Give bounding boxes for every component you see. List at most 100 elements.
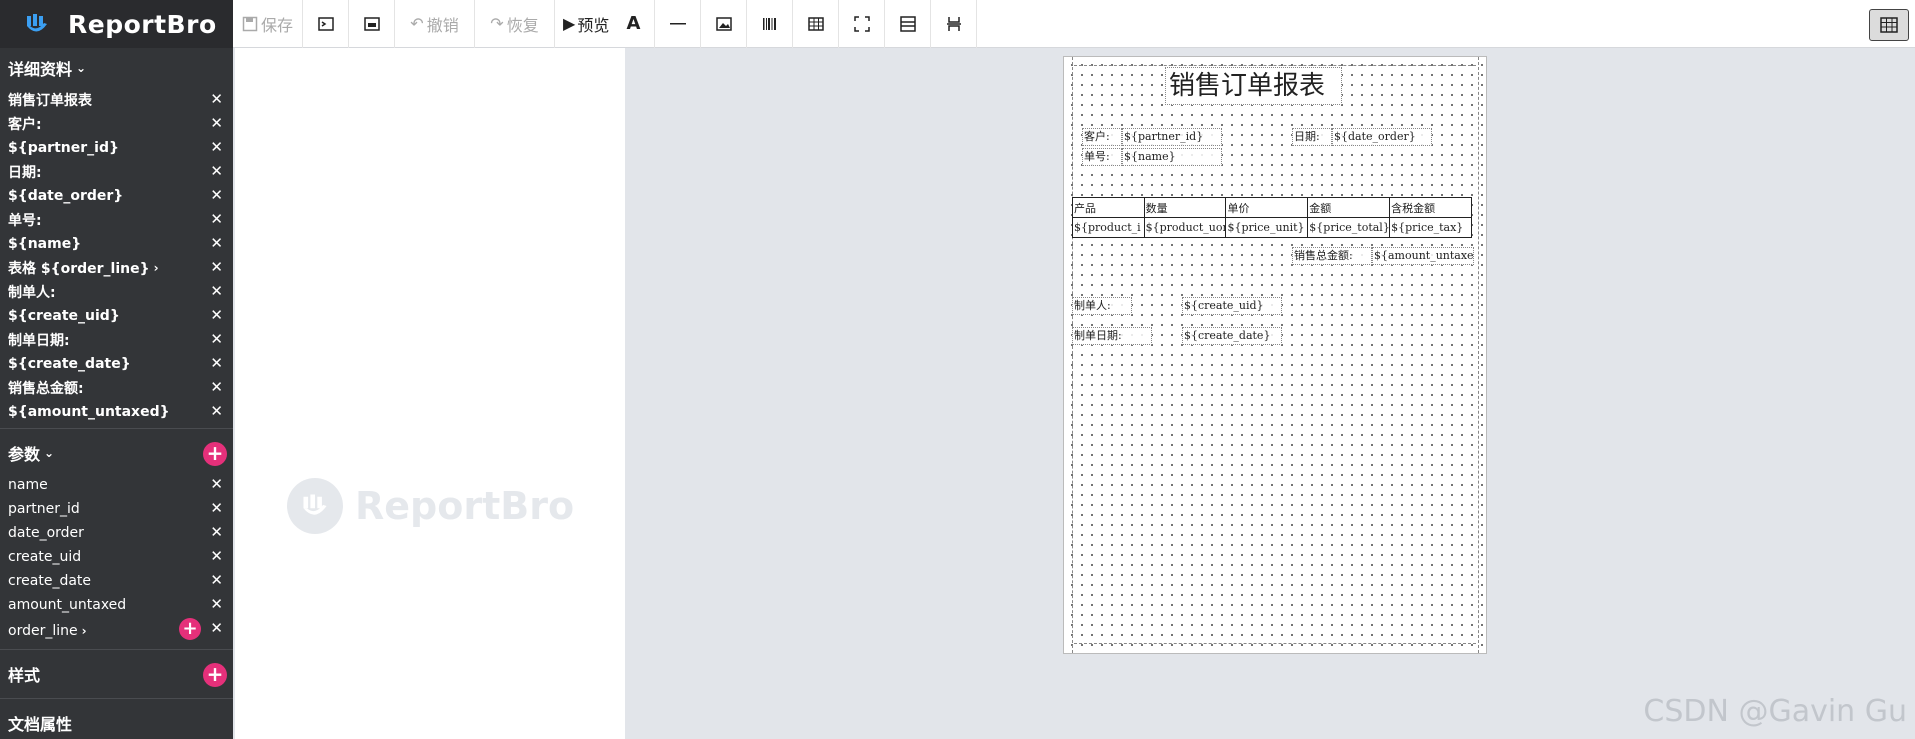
detail-item[interactable]: ${name} ✕ <box>0 232 233 256</box>
detail-item[interactable]: 制单人: ✕ <box>0 280 233 304</box>
frame-tool-button[interactable] <box>839 0 885 48</box>
number-label[interactable]: 单号: <box>1082 148 1122 166</box>
total-label[interactable]: 销售总金额: <box>1292 247 1372 265</box>
add-field-button[interactable]: + <box>179 618 201 640</box>
csdn-watermark: CSDN @Gavin Gu <box>1643 694 1907 729</box>
details-section-header[interactable]: 详细资料 ⌄ <box>0 48 233 88</box>
detail-item[interactable]: ${partner_id} ✕ <box>0 136 233 160</box>
param-item[interactable]: date_order ✕ <box>0 521 233 545</box>
image-tool-button[interactable] <box>701 0 747 48</box>
table-cell[interactable]: ${product_uom <box>1143 217 1227 238</box>
customer-value[interactable]: ${partner_id} <box>1122 128 1222 146</box>
doc-props-section-title: 文档属性 <box>8 715 73 734</box>
doc-props-section-header[interactable]: 文档属性 <box>0 703 233 739</box>
close-icon[interactable]: ✕ <box>210 234 223 252</box>
creator-value[interactable]: ${create_uid} <box>1182 297 1282 315</box>
param-item[interactable]: name ✕ <box>0 473 233 497</box>
table-tool-button[interactable] <box>793 0 839 48</box>
section-tool-button[interactable] <box>885 0 931 48</box>
close-icon[interactable]: ✕ <box>210 595 223 613</box>
number-value[interactable]: ${name} <box>1122 148 1222 166</box>
barcode-tool-button[interactable] <box>747 0 793 48</box>
detail-item[interactable]: 日期: ✕ <box>0 160 233 184</box>
close-icon[interactable]: ✕ <box>210 282 223 300</box>
grid-toggle-button[interactable] <box>1869 9 1909 41</box>
save-button[interactable]: 保存 <box>233 0 303 48</box>
detail-item[interactable]: 销售订单报表 ✕ <box>0 88 233 112</box>
detail-item[interactable]: ${create_date} ✕ <box>0 352 233 376</box>
date-label[interactable]: 日期: <box>1292 128 1332 146</box>
close-icon[interactable]: ✕ <box>210 378 223 396</box>
total-value[interactable]: ${amount_untaxed <box>1372 247 1474 265</box>
undo-button[interactable]: ↶ 撤销 <box>395 0 475 48</box>
toolbar: 保存 ↶ 撤销 ↷ 恢复 ▶ 预览 A <box>233 0 1915 48</box>
param-item[interactable]: create_date ✕ <box>0 569 233 593</box>
param-item[interactable]: amount_untaxed ✕ <box>0 593 233 617</box>
customer-label[interactable]: 客户: <box>1082 128 1122 146</box>
close-icon[interactable]: ✕ <box>210 547 223 565</box>
logo: ReportBro <box>0 0 233 48</box>
date-value[interactable]: ${date_order} <box>1332 128 1432 146</box>
close-icon[interactable]: ✕ <box>210 162 223 180</box>
report-title[interactable]: 销售订单报表 <box>1165 67 1342 105</box>
report-document[interactable]: 销售订单报表 客户: ${partner_id} 日期: ${date_orde… <box>1063 56 1487 654</box>
close-icon[interactable]: ✕ <box>210 523 223 541</box>
close-icon[interactable]: ✕ <box>210 499 223 517</box>
window-button[interactable] <box>349 0 395 48</box>
close-icon[interactable]: ✕ <box>210 571 223 589</box>
barcode-icon <box>762 17 776 30</box>
detail-item[interactable]: 销售总金额: ✕ <box>0 376 233 400</box>
close-icon[interactable]: ✕ <box>210 210 223 228</box>
table-header-cell[interactable]: 金额 <box>1307 197 1391 218</box>
param-item-order-line[interactable]: order_line › + ✕ <box>0 617 233 645</box>
chevron-down-icon: ⌄ <box>44 446 55 460</box>
table-cell[interactable]: ${product_i <box>1072 217 1145 238</box>
close-icon[interactable]: ✕ <box>210 330 223 348</box>
redo-button[interactable]: ↷ 恢复 <box>475 0 555 48</box>
detail-item[interactable]: ${amount_untaxed} ✕ <box>0 400 233 424</box>
add-parameter-button[interactable]: + <box>203 442 227 466</box>
params-section-header[interactable]: 参数 ⌄ + <box>0 433 233 473</box>
detail-item-table[interactable]: 表格 ${order_line} › ✕ <box>0 256 233 280</box>
styles-section-header[interactable]: 样式 + <box>0 654 233 694</box>
preview-button[interactable]: ▶ 预览 <box>555 0 613 48</box>
app: ReportBro 详细资料 ⌄ 销售订单报表 ✕ 客户: ✕ ${partner_… <box>0 0 1915 739</box>
creator-label[interactable]: 制单人: <box>1072 297 1132 315</box>
detail-item[interactable]: ${date_order} ✕ <box>0 184 233 208</box>
create-date-value[interactable]: ${create_date} <box>1182 327 1282 345</box>
close-icon[interactable]: ✕ <box>210 114 223 132</box>
param-item[interactable]: partner_id ✕ <box>0 497 233 521</box>
text-tool-button[interactable]: A <box>613 0 655 48</box>
page-break-tool-button[interactable] <box>931 0 977 48</box>
detail-item-label: 制单日期: <box>8 333 70 349</box>
detail-item[interactable]: 单号: ✕ <box>0 208 233 232</box>
table-cell[interactable]: ${price_total} <box>1307 217 1391 238</box>
table-header-cell[interactable]: 产品 <box>1072 197 1145 218</box>
param-item[interactable]: create_uid ✕ <box>0 545 233 569</box>
close-icon[interactable]: ✕ <box>210 186 223 204</box>
table-header-cell[interactable]: 数量 <box>1143 197 1227 218</box>
close-icon[interactable]: ✕ <box>210 258 223 276</box>
detail-item[interactable]: 客户: ✕ <box>0 112 233 136</box>
close-icon[interactable]: ✕ <box>210 402 223 420</box>
close-icon[interactable]: ✕ <box>210 475 223 493</box>
close-icon[interactable]: ✕ <box>210 306 223 324</box>
add-style-button[interactable]: + <box>203 663 227 687</box>
line-tool-button[interactable] <box>655 0 701 48</box>
table-cell[interactable]: ${price_unit} <box>1225 217 1309 238</box>
order-line-table[interactable]: 产品 数量 单价 金额 含税金额 ${product_i ${product_u… <box>1072 197 1472 238</box>
divider <box>0 428 233 429</box>
detail-item[interactable]: 制单日期: ✕ <box>0 328 233 352</box>
table-cell[interactable]: ${price_tax} <box>1389 217 1472 238</box>
close-icon[interactable]: ✕ <box>210 619 223 637</box>
table-header-cell[interactable]: 单价 <box>1225 197 1309 218</box>
close-icon[interactable]: ✕ <box>210 90 223 108</box>
table-header-cell[interactable]: 含税金额 <box>1389 197 1472 218</box>
undo-label: 撤销 <box>426 15 459 35</box>
close-icon[interactable]: ✕ <box>210 138 223 156</box>
terminal-button[interactable] <box>303 0 349 48</box>
create-date-label[interactable]: 制单日期: <box>1072 327 1152 345</box>
detail-item[interactable]: ${create_uid} ✕ <box>0 304 233 328</box>
table-content-row: ${product_i ${product_uom ${price_unit} … <box>1072 217 1472 238</box>
close-icon[interactable]: ✕ <box>210 354 223 372</box>
